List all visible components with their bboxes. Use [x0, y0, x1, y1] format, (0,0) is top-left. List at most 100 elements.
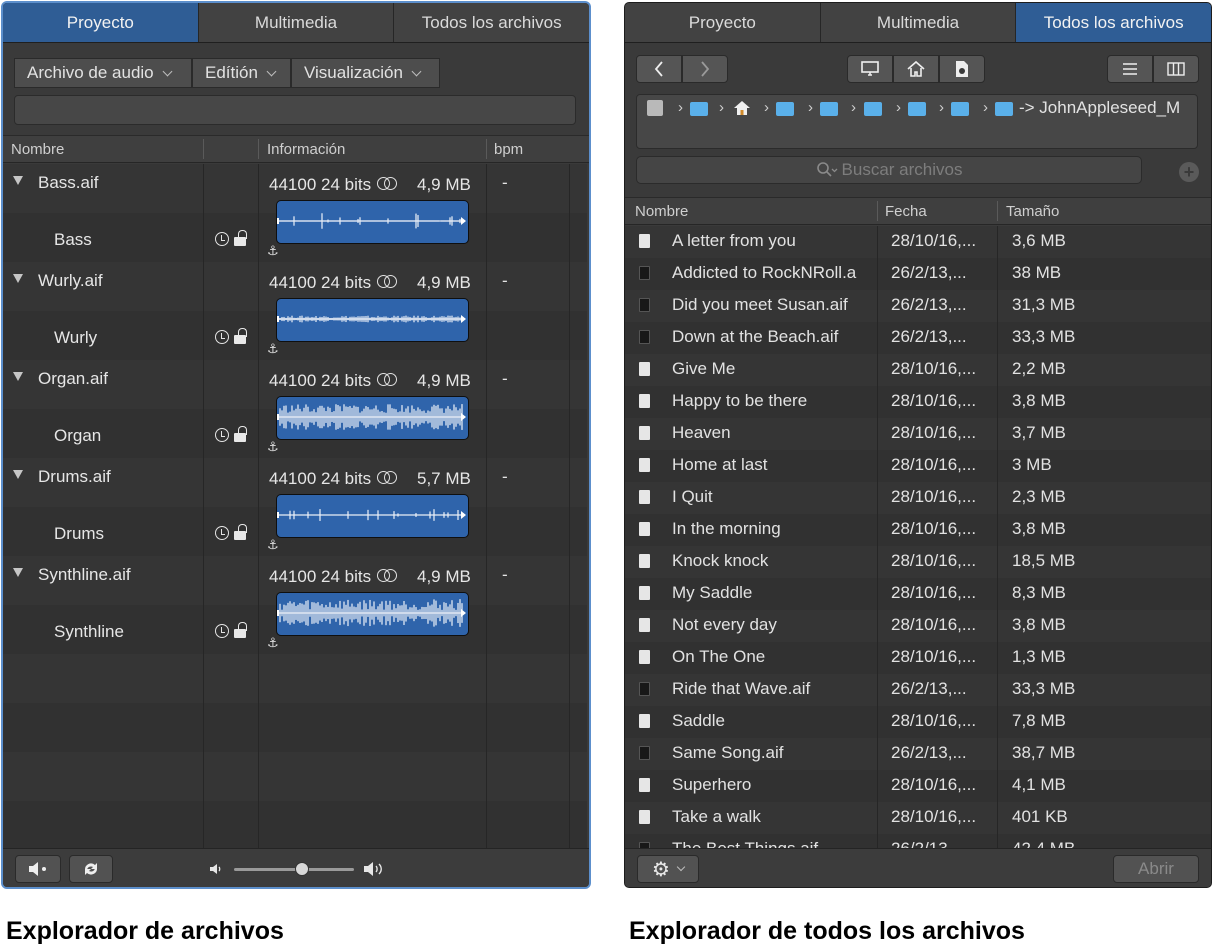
view-menu[interactable]: Visualización — [291, 58, 440, 88]
waveform[interactable] — [276, 592, 469, 636]
tab-todos-los-archivos[interactable]: Todos los archivos — [394, 3, 589, 42]
unlock-icon[interactable] — [234, 524, 247, 540]
desktop-button[interactable] — [847, 55, 893, 83]
file-row[interactable]: The Best Things.aif 26/2/13,... 42,4 MB — [625, 834, 1211, 848]
disclosure-triangle-icon[interactable] — [13, 176, 23, 185]
search-field[interactable]: Buscar archivos — [636, 156, 1142, 184]
anchor-icon[interactable]: ⚓ — [267, 243, 279, 259]
file-row[interactable]: Addicted to RockNRoll.a 26/2/13,... 38 MB — [625, 258, 1211, 290]
file-size: 3 MB — [1012, 455, 1052, 474]
folder-icon[interactable] — [690, 102, 708, 116]
file-row[interactable]: Give Me 28/10/16,... 2,2 MB — [625, 354, 1211, 386]
file-size: 33,3 MB — [1012, 327, 1076, 346]
unlock-icon[interactable] — [234, 230, 247, 246]
anchor-icon[interactable]: ⚓ — [267, 635, 279, 651]
preview-button[interactable] — [15, 855, 61, 883]
file-name: Addicted to RockNRoll.a — [672, 263, 857, 282]
clock-icon — [215, 428, 229, 442]
column-view-button[interactable] — [1153, 55, 1199, 83]
volume-slider[interactable] — [234, 862, 354, 876]
column-tamano[interactable]: Tamaño — [1006, 203, 1059, 220]
open-button[interactable]: Abrir — [1113, 855, 1199, 883]
file-row[interactable]: Down at the Beach.aif 26/2/13,... 33,3 MB — [625, 322, 1211, 354]
audio-region-row[interactable]: Bass ⚓ — [3, 200, 587, 262]
file-size: 38 MB — [1012, 263, 1062, 282]
edit-menu[interactable]: Edítión — [192, 58, 291, 88]
file-row[interactable]: Saddle 28/10/16,... 7,8 MB — [625, 706, 1211, 738]
tab-proyecto[interactable]: Proyecto — [625, 3, 821, 42]
waveform[interactable] — [276, 298, 469, 342]
folder-icon[interactable] — [995, 102, 1013, 116]
file-row[interactable]: Did you meet Susan.aif 26/2/13,... 31,3 MB — [625, 290, 1211, 322]
audio-file-menu[interactable]: Archivo de audio — [14, 58, 192, 88]
disclosure-triangle-icon[interactable] — [13, 470, 23, 479]
disclosure-triangle-icon[interactable] — [13, 568, 23, 577]
tab-proyecto[interactable]: Proyecto — [3, 3, 199, 42]
column-bpm[interactable]: bpm — [494, 141, 523, 158]
filter-field[interactable] — [14, 95, 576, 125]
anchor-icon[interactable]: ⚓ — [267, 439, 279, 455]
file-row[interactable]: Superhero 28/10/16,... 4,1 MB — [625, 770, 1211, 802]
file-row[interactable]: In the morning 28/10/16,... 3,8 MB — [625, 514, 1211, 546]
file-row[interactable]: Heaven 28/10/16,... 3,7 MB — [625, 418, 1211, 450]
audio-file-name: Wurly.aif — [38, 271, 103, 290]
waveform[interactable] — [276, 396, 469, 440]
folder-icon[interactable] — [951, 102, 969, 116]
file-row[interactable]: I Quit 28/10/16,... 2,3 MB — [625, 482, 1211, 514]
add-icon[interactable]: + — [1179, 162, 1199, 182]
folder-icon[interactable] — [776, 102, 794, 116]
search-icon — [816, 162, 837, 177]
tab-multimedia[interactable]: Multimedia — [199, 3, 395, 42]
file-row[interactable]: Ride that Wave.aif 26/2/13,... 33,3 MB — [625, 674, 1211, 706]
audio-region-row[interactable]: Drums ⚓ — [3, 494, 587, 556]
file-row[interactable]: On The One 28/10/16,... 1,3 MB — [625, 642, 1211, 674]
home-button[interactable] — [893, 55, 939, 83]
forward-button[interactable] — [682, 55, 728, 83]
file-date: 28/10/16,... — [891, 711, 977, 730]
audio-region-row[interactable]: Organ ⚓ — [3, 396, 587, 458]
file-row[interactable]: Knock knock 28/10/16,... 18,5 MB — [625, 546, 1211, 578]
file-row[interactable]: Take a walk 28/10/16,... 401 KB — [625, 802, 1211, 834]
disclosure-triangle-icon[interactable] — [13, 274, 23, 283]
column-nombre[interactable]: Nombre — [635, 203, 688, 220]
waveform[interactable] — [276, 200, 469, 244]
unlock-icon[interactable] — [234, 622, 247, 638]
anchor-icon[interactable]: ⚓ — [267, 341, 279, 357]
project-file-icon — [639, 554, 650, 568]
file-row[interactable]: My Saddle 28/10/16,... 8,3 MB — [625, 578, 1211, 610]
column-informacion[interactable]: Información — [267, 141, 345, 158]
file-row[interactable]: Happy to be there 28/10/16,... 3,8 MB — [625, 386, 1211, 418]
action-menu-button[interactable]: ⚙ — [637, 855, 699, 883]
file-row[interactable]: A letter from you 28/10/16,... 3,6 MB — [625, 226, 1211, 258]
file-size: 4,1 MB — [1012, 775, 1066, 794]
project-file-icon — [639, 458, 650, 472]
audio-region-row[interactable]: Synthline ⚓ — [3, 592, 587, 654]
file-row[interactable]: Same Song.aif 26/2/13,... 38,7 MB — [625, 738, 1211, 770]
home-icon[interactable] — [733, 100, 751, 116]
tab-todos-los-archivos[interactable]: Todos los archivos — [1016, 3, 1211, 42]
column-nombre[interactable]: Nombre — [11, 141, 64, 158]
loop-button[interactable] — [69, 855, 113, 883]
file-size: 3,7 MB — [1012, 423, 1066, 442]
file-row[interactable]: Home at last 28/10/16,... 3 MB — [625, 450, 1211, 482]
column-fecha[interactable]: Fecha — [885, 203, 927, 220]
anchor-icon[interactable]: ⚓ — [267, 537, 279, 553]
audio-file-size: 4,9 MB — [417, 273, 471, 292]
back-button[interactable] — [636, 55, 682, 83]
list-view-button[interactable] — [1107, 55, 1153, 83]
unlock-icon[interactable] — [234, 328, 247, 344]
folder-icon[interactable] — [820, 102, 838, 116]
disclosure-triangle-icon[interactable] — [13, 372, 23, 381]
hard-drive-icon[interactable] — [647, 100, 663, 116]
volume-slider-knob[interactable] — [295, 862, 310, 876]
unlock-icon[interactable] — [234, 426, 247, 442]
folder-icon[interactable] — [864, 102, 882, 116]
tab-multimedia[interactable]: Multimedia — [821, 3, 1017, 42]
project-folder-button[interactable] — [939, 55, 985, 83]
file-row[interactable]: Not every day 28/10/16,... 3,8 MB — [625, 610, 1211, 642]
folder-icon[interactable] — [908, 102, 926, 116]
audio-region-row[interactable]: Wurly ⚓ — [3, 298, 587, 360]
audio-file-list: Bass.aif 44100 24 bits 4,9 MB - Bass ⚓ W… — [3, 164, 587, 848]
path-current-folder[interactable]: -> JohnAppleseed_M — [1019, 98, 1197, 118]
waveform[interactable] — [276, 494, 469, 538]
